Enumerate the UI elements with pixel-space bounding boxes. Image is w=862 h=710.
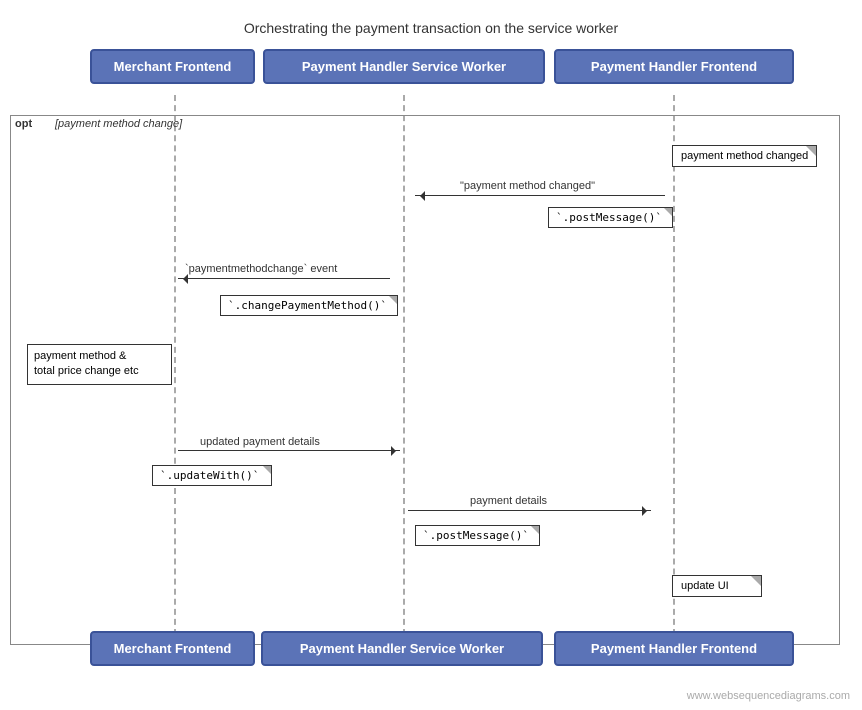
arrow-pm-changed-label: "payment method changed" — [460, 180, 595, 192]
arrow-pmchange-label: `paymentmethodchange` event — [185, 263, 337, 275]
update-ui-note: update UI — [672, 575, 762, 597]
post-message-box-1: `.postMessage()` — [548, 207, 673, 228]
diagram-title: Orchestrating the payment transaction on… — [0, 10, 862, 46]
merchant-frontend-bot: Merchant Frontend — [90, 631, 255, 666]
arrow-updated-payment — [178, 450, 400, 451]
arrow-payment-details — [408, 510, 651, 511]
diagram: Orchestrating the payment transaction on… — [0, 0, 862, 710]
sw-bot: Payment Handler Service Worker — [261, 631, 543, 666]
phf-top: Payment Handler Frontend — [554, 49, 794, 84]
watermark: www.websequencediagrams.com — [687, 690, 850, 702]
opt-condition: [payment method change] — [55, 118, 182, 130]
merchant-frontend-top: Merchant Frontend — [90, 49, 255, 84]
phf-bot: Payment Handler Frontend — [554, 631, 794, 666]
arrow-pm-changed — [415, 195, 665, 196]
post-message-box-2: `.postMessage()` — [415, 525, 540, 546]
payment-method-changed-note: payment method changed — [672, 145, 817, 167]
arrow-payment-details-label: payment details — [470, 495, 547, 507]
opt-label: opt — [15, 118, 32, 130]
update-with-box: `.updateWith()` — [152, 465, 272, 486]
change-payment-method-box: `.changePaymentMethod()` — [220, 295, 398, 316]
arrow-updated-payment-label: updated payment details — [200, 436, 320, 448]
sw-top: Payment Handler Service Worker — [263, 49, 545, 84]
side-note-payment: payment method &total price change etc — [27, 344, 172, 385]
arrow-pmchange-event — [178, 278, 390, 279]
